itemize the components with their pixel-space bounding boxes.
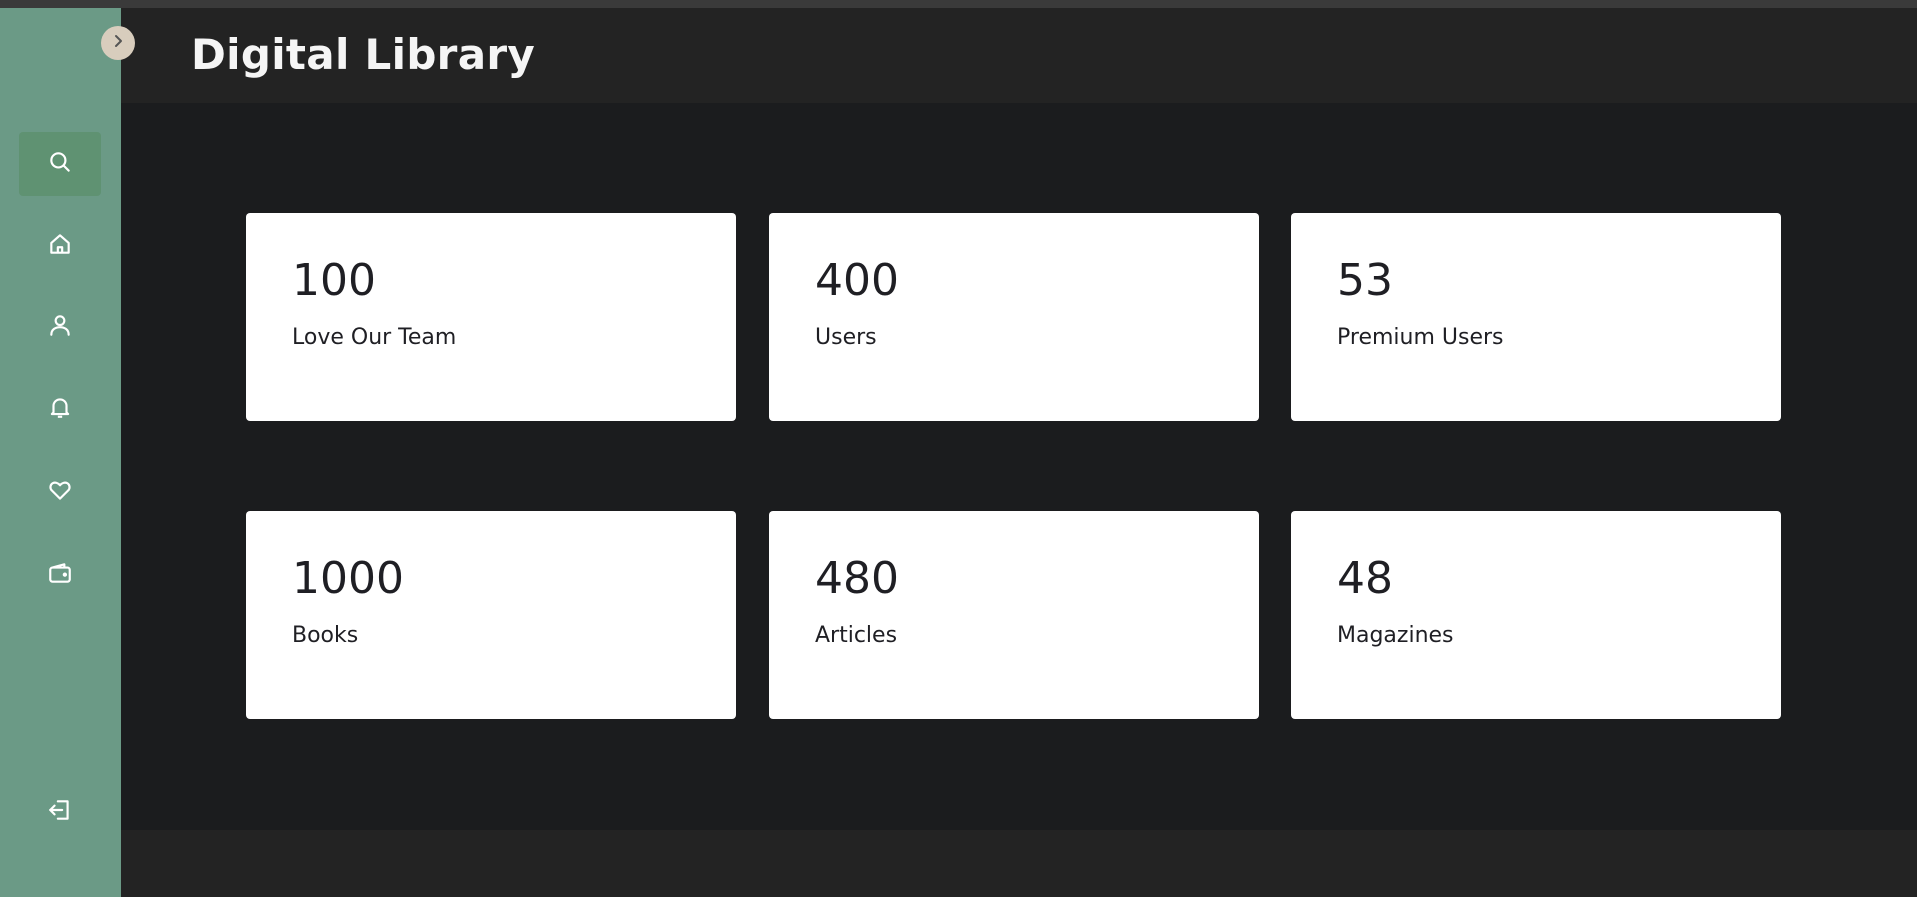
sidebar-item-profile[interactable] [19,295,101,359]
stat-value: 48 [1337,553,1393,604]
stat-card-magazines: 48 Magazines [1291,511,1781,719]
stat-value: 400 [815,255,899,306]
footer [121,830,1917,897]
sidebar-item-logout[interactable] [19,780,101,844]
chevron-right-icon [110,33,126,53]
stat-card-users: 400 Users [769,213,1259,421]
sidebar-item-favorites[interactable] [19,460,101,524]
page-title: Digital Library [191,30,536,79]
stat-label: Love Our Team [292,325,457,350]
header: Digital Library [121,8,1917,103]
stat-value: 53 [1337,255,1393,306]
stat-label: Articles [815,623,898,648]
user-icon [47,312,73,342]
search-icon [47,149,73,179]
stat-label: Users [815,325,877,350]
stat-card-books: 1000 Books [246,511,736,719]
stat-value: 1000 [292,553,404,604]
sidebar-item-home[interactable] [19,214,101,278]
home-icon [47,231,73,261]
sidebar-item-notifications[interactable] [19,377,101,441]
main-content: 100 Love Our Team 400 Users 53 Premium U… [121,103,1917,830]
stat-card-team: 100 Love Our Team [246,213,736,421]
sidebar-item-search[interactable] [19,132,101,196]
bell-icon [47,394,73,424]
stat-value: 100 [292,255,376,306]
stat-value: 480 [815,553,899,604]
sidebar-item-wallet[interactable] [19,543,101,607]
stat-card-articles: 480 Articles [769,511,1259,719]
stat-label: Magazines [1337,623,1454,648]
stat-label: Books [292,623,359,648]
heart-icon [47,477,73,507]
sidebar [0,8,121,897]
sidebar-toggle-button[interactable] [101,26,135,60]
logout-icon [47,797,73,827]
stat-card-premium-users: 53 Premium Users [1291,213,1781,421]
wallet-icon [47,560,73,590]
stat-label: Premium Users [1337,325,1504,350]
